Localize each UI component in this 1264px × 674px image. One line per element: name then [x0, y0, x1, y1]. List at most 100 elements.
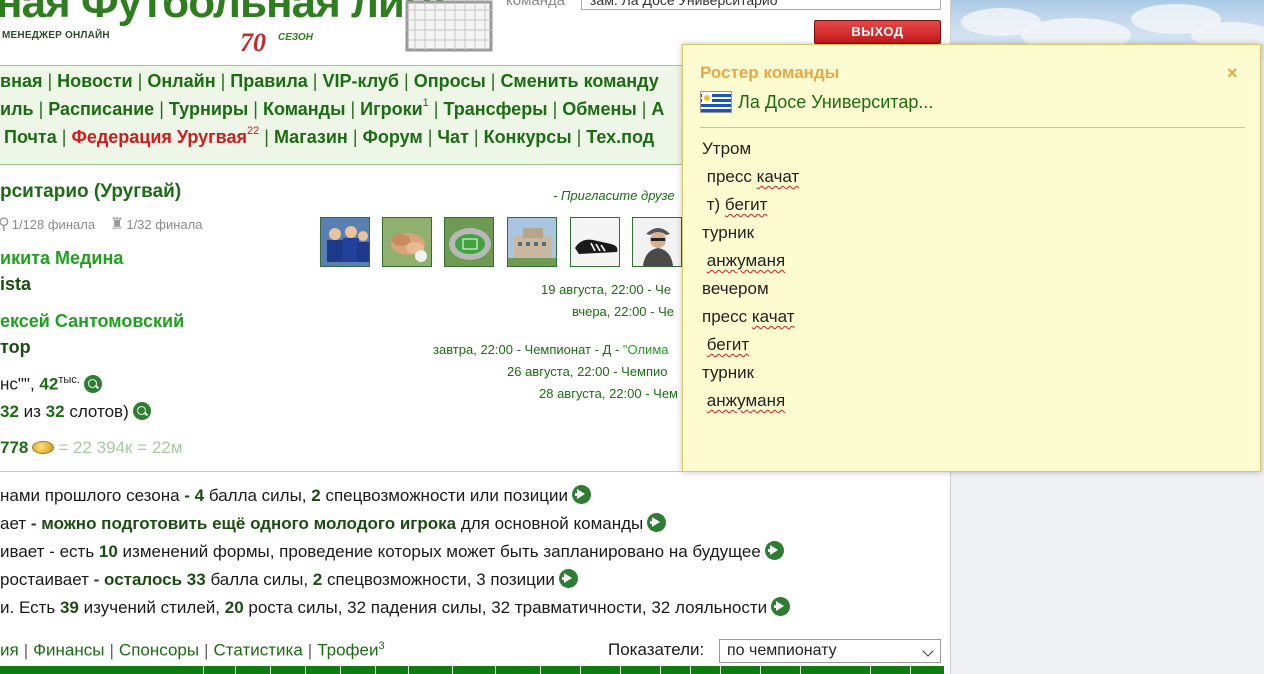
logo-title[interactable]: ная Футбольная лига [0, 0, 446, 28]
nav-row-3: Почта | Федерация Уругвая22 | Магазин | Форум |… [4, 125, 654, 148]
roster-note-line[interactable]: бегит [702, 335, 749, 355]
nav-item[interactable]: Сменить команду [500, 71, 658, 91]
tab-sponsors[interactable]: Спонсоры [119, 641, 199, 660]
exit-button[interactable]: ВЫХОД [814, 20, 941, 44]
nav-item[interactable]: Турниры [169, 99, 248, 119]
nav-item[interactable]: Новости [57, 71, 132, 91]
nav-item[interactable]: Команды [263, 99, 346, 119]
nav-item[interactable]: Обмены [562, 99, 636, 119]
nav-item[interactable]: вная [0, 71, 42, 91]
sponsor-stat: нс"", 42тыс. [0, 374, 102, 395]
match-row[interactable]: завтра, 22:00 - Чемпионат - Д - "Олима [433, 342, 669, 357]
players-photo-tile[interactable] [320, 217, 370, 267]
arrow-right-icon[interactable] [771, 597, 791, 616]
nav-item[interactable]: VIP-клуб [322, 71, 399, 91]
roster-note-line[interactable]: пресс качат [702, 307, 794, 327]
arrow-right-icon[interactable] [647, 513, 667, 532]
logo-subtitle: МЕНЕДЖЕР ОНЛАЙН [2, 30, 110, 41]
info-value: 10 [98, 542, 118, 561]
stadium-tile[interactable] [444, 217, 494, 267]
invite-friends-link[interactable]: - Пригласите друзе [553, 188, 675, 203]
info-value: - осталось 33 [93, 570, 206, 589]
nav-item[interactable]: Чат [437, 127, 468, 147]
nav-item[interactable]: Форум [363, 127, 423, 147]
popup-team-link[interactable]: Ла Досе Университар... [738, 92, 933, 113]
nav-separator: | [253, 99, 258, 119]
nav-item[interactable]: иль [0, 99, 34, 119]
roster-note-line[interactable]: вечером [702, 279, 769, 299]
search-icon[interactable] [132, 402, 151, 420]
sponsor-text: нс"", [0, 374, 40, 394]
nav-item[interactable]: Тех.под [586, 127, 654, 147]
match-row[interactable]: 28 августа, 22:00 - Чем [539, 386, 678, 401]
assistant-name[interactable]: ексей Сантомовский [0, 311, 184, 332]
handshake-tile[interactable] [382, 217, 432, 267]
match-row[interactable]: 26 августа, 22:00 - Чемпио [507, 364, 668, 379]
match-row[interactable]: 19 августа, 22:00 - Че [541, 282, 671, 297]
nav-item[interactable]: Трансферы [443, 99, 547, 119]
info-text: спецвозможности или позиции [320, 486, 569, 505]
search-icon[interactable] [83, 374, 102, 393]
team-name[interactable]: рситарио (Уругвай) [0, 181, 181, 203]
info-value: 2 [311, 486, 321, 505]
nav-separator: | [552, 99, 558, 119]
roster-note-line[interactable]: турник [702, 223, 754, 243]
nav-row-1: вная | Новости | Онлайн | Правила | VIP-клуб | Опр… [0, 71, 659, 92]
stadium-icon [445, 218, 493, 266]
nav-item[interactable]: Опросы [414, 71, 486, 91]
nav-item[interactable]: Конкурсы [484, 127, 572, 147]
equipment-tile[interactable] [570, 217, 620, 267]
roster-note-line[interactable]: пресс качат [702, 167, 799, 187]
close-icon[interactable]: × [1227, 64, 1238, 82]
roster-note-line[interactable]: турник [702, 363, 754, 383]
team-select[interactable]: зам. Ла Досе Университарио [581, 0, 941, 10]
roster-note-line[interactable]: Утром [702, 139, 751, 159]
nav-count: 22 [247, 125, 260, 137]
nav-item[interactable]: Федерация Уругвая [71, 127, 247, 147]
roster-note-line[interactable]: анжуманя [702, 391, 785, 411]
info-value: 39 [59, 598, 79, 617]
manager-name[interactable]: икита Медина [0, 248, 123, 269]
manager-role: ista [0, 274, 32, 294]
coin-icon [32, 441, 55, 454]
info-text: роста силы, 32 падения силы, 32 травмати… [243, 598, 768, 617]
arrow-right-icon[interactable] [558, 569, 578, 588]
nav-item[interactable]: Почта [4, 127, 57, 147]
nav-item[interactable]: Магазин [274, 127, 348, 147]
tab-statistics[interactable]: Статистика [214, 641, 303, 660]
academy-building-icon [508, 218, 556, 266]
scout-tile[interactable] [632, 217, 682, 267]
nav-item[interactable]: Онлайн [147, 71, 215, 91]
nav-separator: | [352, 127, 358, 147]
trophy-icon: ⚲ [0, 216, 10, 233]
nav-item[interactable]: Правила [230, 71, 308, 91]
goal-net-icon [405, 0, 493, 52]
match-row[interactable]: вчера, 22:00 - Че [572, 304, 674, 319]
info-text: для основной команды [456, 514, 644, 533]
arrow-right-icon[interactable] [764, 541, 784, 560]
cup-stage-2-label: 1/32 финала [126, 217, 203, 232]
roster-note-line[interactable]: анжуманя [702, 251, 785, 271]
nav-separator: | [220, 71, 226, 91]
sponsor-unit: тыс. [58, 374, 80, 386]
info-text: изучений стилей, [78, 598, 225, 617]
roster-note-line[interactable]: т) бегит [702, 195, 768, 215]
academy-tile[interactable] [507, 217, 557, 267]
trophies-count: 3 [378, 640, 385, 652]
nav-item[interactable]: А [651, 99, 664, 119]
team-players-icon [321, 218, 369, 266]
arrow-right-icon[interactable] [572, 485, 592, 504]
nav-separator: | [137, 71, 143, 91]
nav-item[interactable]: Игроки [360, 99, 423, 119]
match-opponent[interactable]: "Олима [623, 342, 669, 357]
nav-item[interactable]: Расписание [48, 99, 154, 119]
info-value: - можно подготовить ещё одного молодого … [30, 514, 457, 533]
slots-stat: 32 из 32 слотов) [0, 402, 151, 422]
nav-separator: | [312, 71, 318, 91]
info-text: и. Есть [0, 598, 60, 617]
metric-select[interactable]: по чемпионату [719, 639, 941, 663]
tab-finances[interactable]: Финансы [33, 641, 104, 660]
money-conversion: = 22 394к = 22м [58, 438, 183, 457]
tab-trophies[interactable]: Трофеи [317, 641, 378, 660]
tab-stats[interactable]: ия [0, 641, 19, 660]
